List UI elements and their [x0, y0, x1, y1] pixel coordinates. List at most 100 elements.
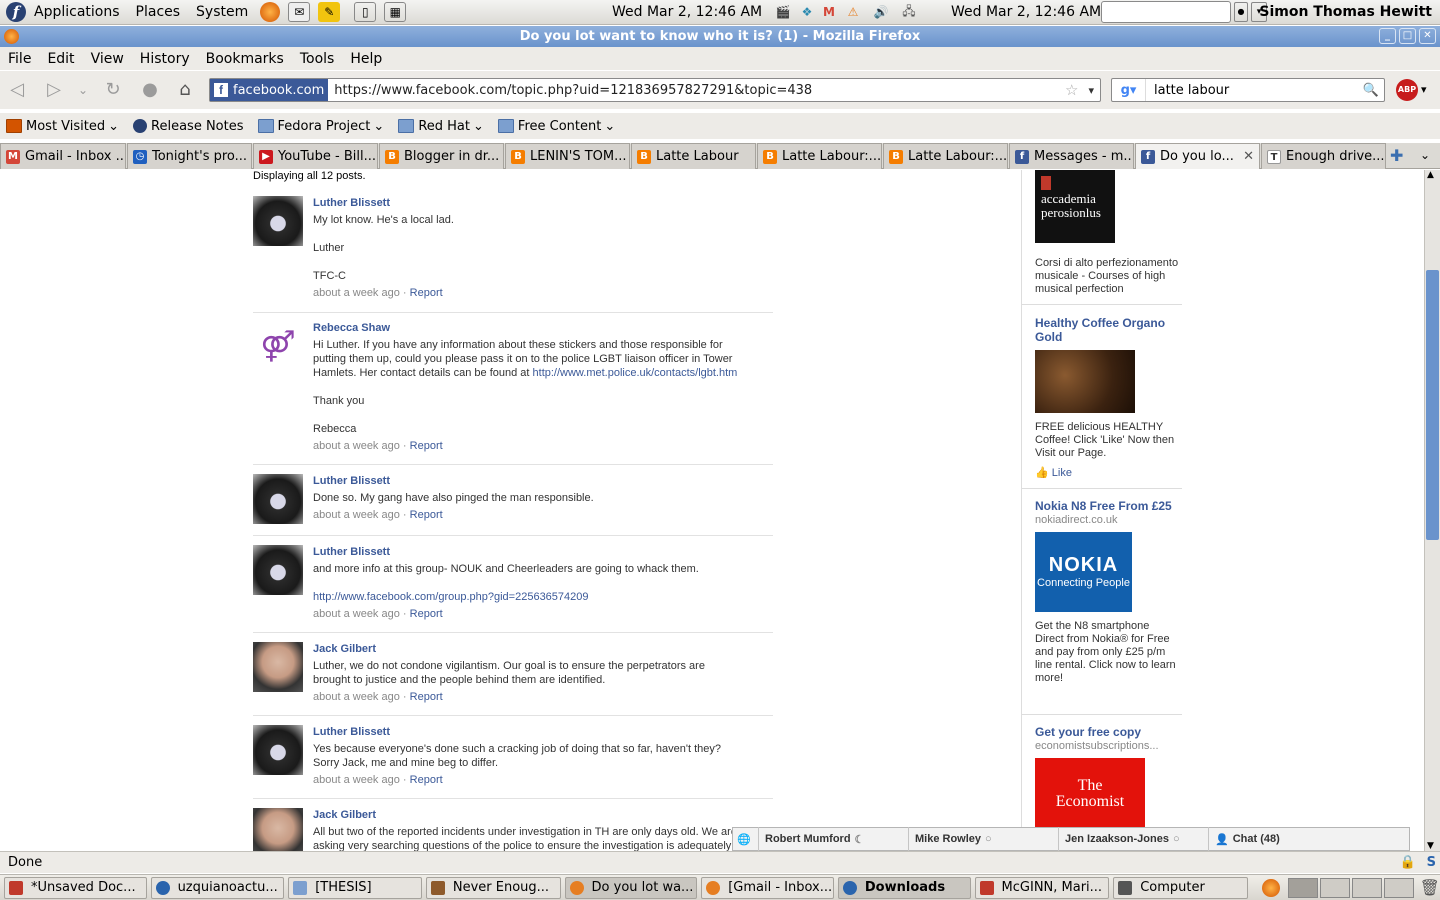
avatar[interactable]	[253, 196, 303, 246]
film-tray-icon[interactable]: 🎬	[772, 2, 794, 22]
avatar[interactable]	[253, 545, 303, 595]
close-icon[interactable]: ✕	[1419, 28, 1436, 44]
post-time[interactable]: about a week ago	[313, 287, 400, 299]
bookmark-release-notes[interactable]: Release Notes	[133, 119, 244, 134]
task-never-enough[interactable]: Never Enoug...	[425, 876, 561, 899]
chat-toggle-button[interactable]: 👤 Chat (48)	[1209, 827, 1280, 851]
scrollbar-thumb[interactable]	[1426, 270, 1439, 540]
accademia-logo[interactable]: accademia perosionlus	[1035, 170, 1115, 243]
tab-enough-drive[interactable]: T Enough drive...	[1261, 143, 1386, 169]
report-link[interactable]: Report	[410, 440, 443, 452]
report-link[interactable]: Report	[410, 691, 443, 703]
scroll-up-icon[interactable]: ▲	[1427, 170, 1434, 180]
network-tray-icon[interactable]: 🖧	[898, 2, 920, 22]
fedora-logo-icon[interactable]: f	[6, 2, 26, 22]
chat-contact[interactable]: Jen Izaakson-Jones ○	[1059, 827, 1209, 851]
search-magnifier-icon[interactable]: 🔍	[1363, 83, 1379, 98]
chat-globe-icon[interactable]: 🌐	[733, 827, 759, 851]
tab-latte-labour[interactable]: B Latte Labour	[631, 143, 756, 169]
report-link[interactable]: Report	[410, 774, 443, 786]
tab-blogger[interactable]: B Blogger in dr...	[379, 143, 504, 169]
bookmark-fedora-project[interactable]: Fedora Project ⌄	[257, 119, 384, 134]
post-author[interactable]: Jack Gilbert	[313, 642, 773, 656]
tab-do-you-lot[interactable]: f Do you lo... ✕	[1135, 143, 1260, 169]
tab-latte-labour-2[interactable]: B Latte Labour:...	[757, 143, 882, 169]
bookmark-red-hat[interactable]: Red Hat ⌄	[398, 119, 484, 134]
url-text[interactable]: https://www.facebook.com/topic.php?uid=1…	[328, 83, 1065, 98]
dropbox-tray-icon[interactable]: ❖	[796, 2, 818, 22]
task-thesis[interactable]: [THESIS]	[288, 876, 422, 899]
lock-icon[interactable]: 🔒	[1400, 852, 1416, 874]
police-contact-link[interactable]: http://www.met.police.uk/contacts/lgbt.h…	[533, 367, 738, 379]
report-link[interactable]: Report	[410, 509, 443, 521]
chat-contact[interactable]: Mike Rowley ○	[909, 827, 1059, 851]
user-name[interactable]: Simon Thomas Hewitt	[1259, 4, 1432, 20]
task-uzquiano[interactable]: uzquianoactu...	[150, 876, 285, 899]
menu-bookmarks[interactable]: Bookmarks	[198, 51, 292, 67]
forward-arrow-icon[interactable]: ▷	[42, 79, 66, 101]
minimize-icon[interactable]: _	[1379, 28, 1396, 44]
mail-launcher-icon[interactable]: ✉	[288, 2, 311, 22]
search-input[interactable]: latte labour	[1146, 83, 1363, 98]
post-time[interactable]: about a week ago	[313, 509, 400, 521]
tab-messages[interactable]: f Messages - m...	[1009, 143, 1134, 169]
post-time[interactable]: about a week ago	[313, 440, 400, 452]
new-tab-icon[interactable]: ✚	[1390, 146, 1403, 165]
workspace-3[interactable]	[1351, 877, 1382, 898]
workspace-switcher[interactable]	[1287, 877, 1414, 898]
menu-file[interactable]: File	[0, 51, 39, 67]
like-button[interactable]: 👍 Like	[1035, 466, 1181, 479]
post-author[interactable]: Luther Blissett	[313, 725, 773, 739]
search-bar[interactable]: g▾ latte labour 🔍	[1111, 78, 1385, 102]
tab-gmail[interactable]: M Gmail - Inbox ...	[0, 143, 126, 169]
stop-icon[interactable]: ●	[138, 79, 162, 101]
url-bar[interactable]: f facebook.com https://www.facebook.com/…	[209, 78, 1101, 102]
ad-economist[interactable]: Get your free copy economistsubscription…	[1035, 725, 1181, 828]
task-downloads[interactable]: Downloads	[837, 876, 971, 899]
ad-title[interactable]: Healthy Coffee Organo Gold	[1035, 316, 1181, 344]
economist-logo-image[interactable]: The Economist	[1035, 758, 1145, 828]
bookmark-most-visited[interactable]: Most Visited ⌄	[6, 119, 119, 134]
menu-help[interactable]: Help	[342, 51, 390, 67]
avatar[interactable]	[253, 474, 303, 524]
clock-left[interactable]: Wed Mar 2, 12:46 AM	[612, 4, 762, 20]
panel-search-input[interactable]	[1101, 1, 1231, 23]
tab-lenins-tomb[interactable]: B LENIN'S TOM...	[505, 143, 630, 169]
site-identity-button[interactable]: f facebook.com	[210, 79, 329, 101]
post-author[interactable]: Jack Gilbert	[313, 808, 773, 822]
terminal-launcher-icon[interactable]: ▯	[354, 2, 377, 22]
abp-dropdown-icon[interactable]: ▾	[1421, 83, 1427, 96]
tab-youtube[interactable]: ▶ YouTube - Bill...	[253, 143, 378, 169]
workspace-4[interactable]	[1383, 877, 1414, 898]
clock-right[interactable]: Wed Mar 2, 12:46 AM	[951, 4, 1101, 20]
trash-icon[interactable]: 🗑	[1420, 878, 1440, 897]
applications-menu[interactable]: Applications	[26, 4, 128, 20]
bookmark-star-icon[interactable]: ☆	[1065, 81, 1078, 99]
gmail-tray-icon[interactable]: M	[818, 2, 840, 22]
firefox-launcher-icon[interactable]	[260, 2, 281, 22]
task-computer[interactable]: Computer	[1113, 876, 1248, 899]
maximize-icon[interactable]: □	[1399, 28, 1416, 44]
menu-tools[interactable]: Tools	[292, 51, 343, 67]
menu-view[interactable]: View	[83, 51, 132, 67]
post-author[interactable]: Rebecca Shaw	[313, 321, 773, 335]
workspace-1[interactable]	[1287, 877, 1318, 898]
window-titlebar[interactable]: Do you lot want to know who it is? (1) -…	[0, 26, 1440, 47]
ad-nokia[interactable]: Nokia N8 Free From £25 nokiadirect.co.uk…	[1035, 499, 1181, 685]
avatar[interactable]	[253, 808, 303, 851]
post-author[interactable]: Luther Blissett	[313, 474, 773, 488]
back-arrow-icon[interactable]: ◁	[5, 79, 29, 101]
tab-tonights-programmes[interactable]: ◷ Tonight's pro...	[127, 143, 252, 169]
ad-accademia[interactable]: accademia perosionlus Corsi di alto perf…	[1035, 170, 1181, 296]
screenshot-launcher-icon[interactable]: ▦	[384, 2, 407, 22]
vertical-scrollbar[interactable]: ▲ ▼	[1424, 170, 1440, 851]
tab-close-icon[interactable]: ✕	[1243, 149, 1254, 164]
tab-list-icon[interactable]: ⌄	[1420, 148, 1430, 162]
coffee-beans-image[interactable]	[1035, 350, 1135, 413]
ad-title[interactable]: Nokia N8 Free From £25	[1035, 499, 1181, 513]
task-do-you-lot[interactable]: Do you lot wa...	[564, 876, 698, 899]
menu-edit[interactable]: Edit	[39, 51, 82, 67]
chat-contact[interactable]: Robert Mumford ☾	[759, 827, 909, 851]
post-time[interactable]: about a week ago	[313, 608, 400, 620]
workspace-2[interactable]	[1319, 877, 1350, 898]
